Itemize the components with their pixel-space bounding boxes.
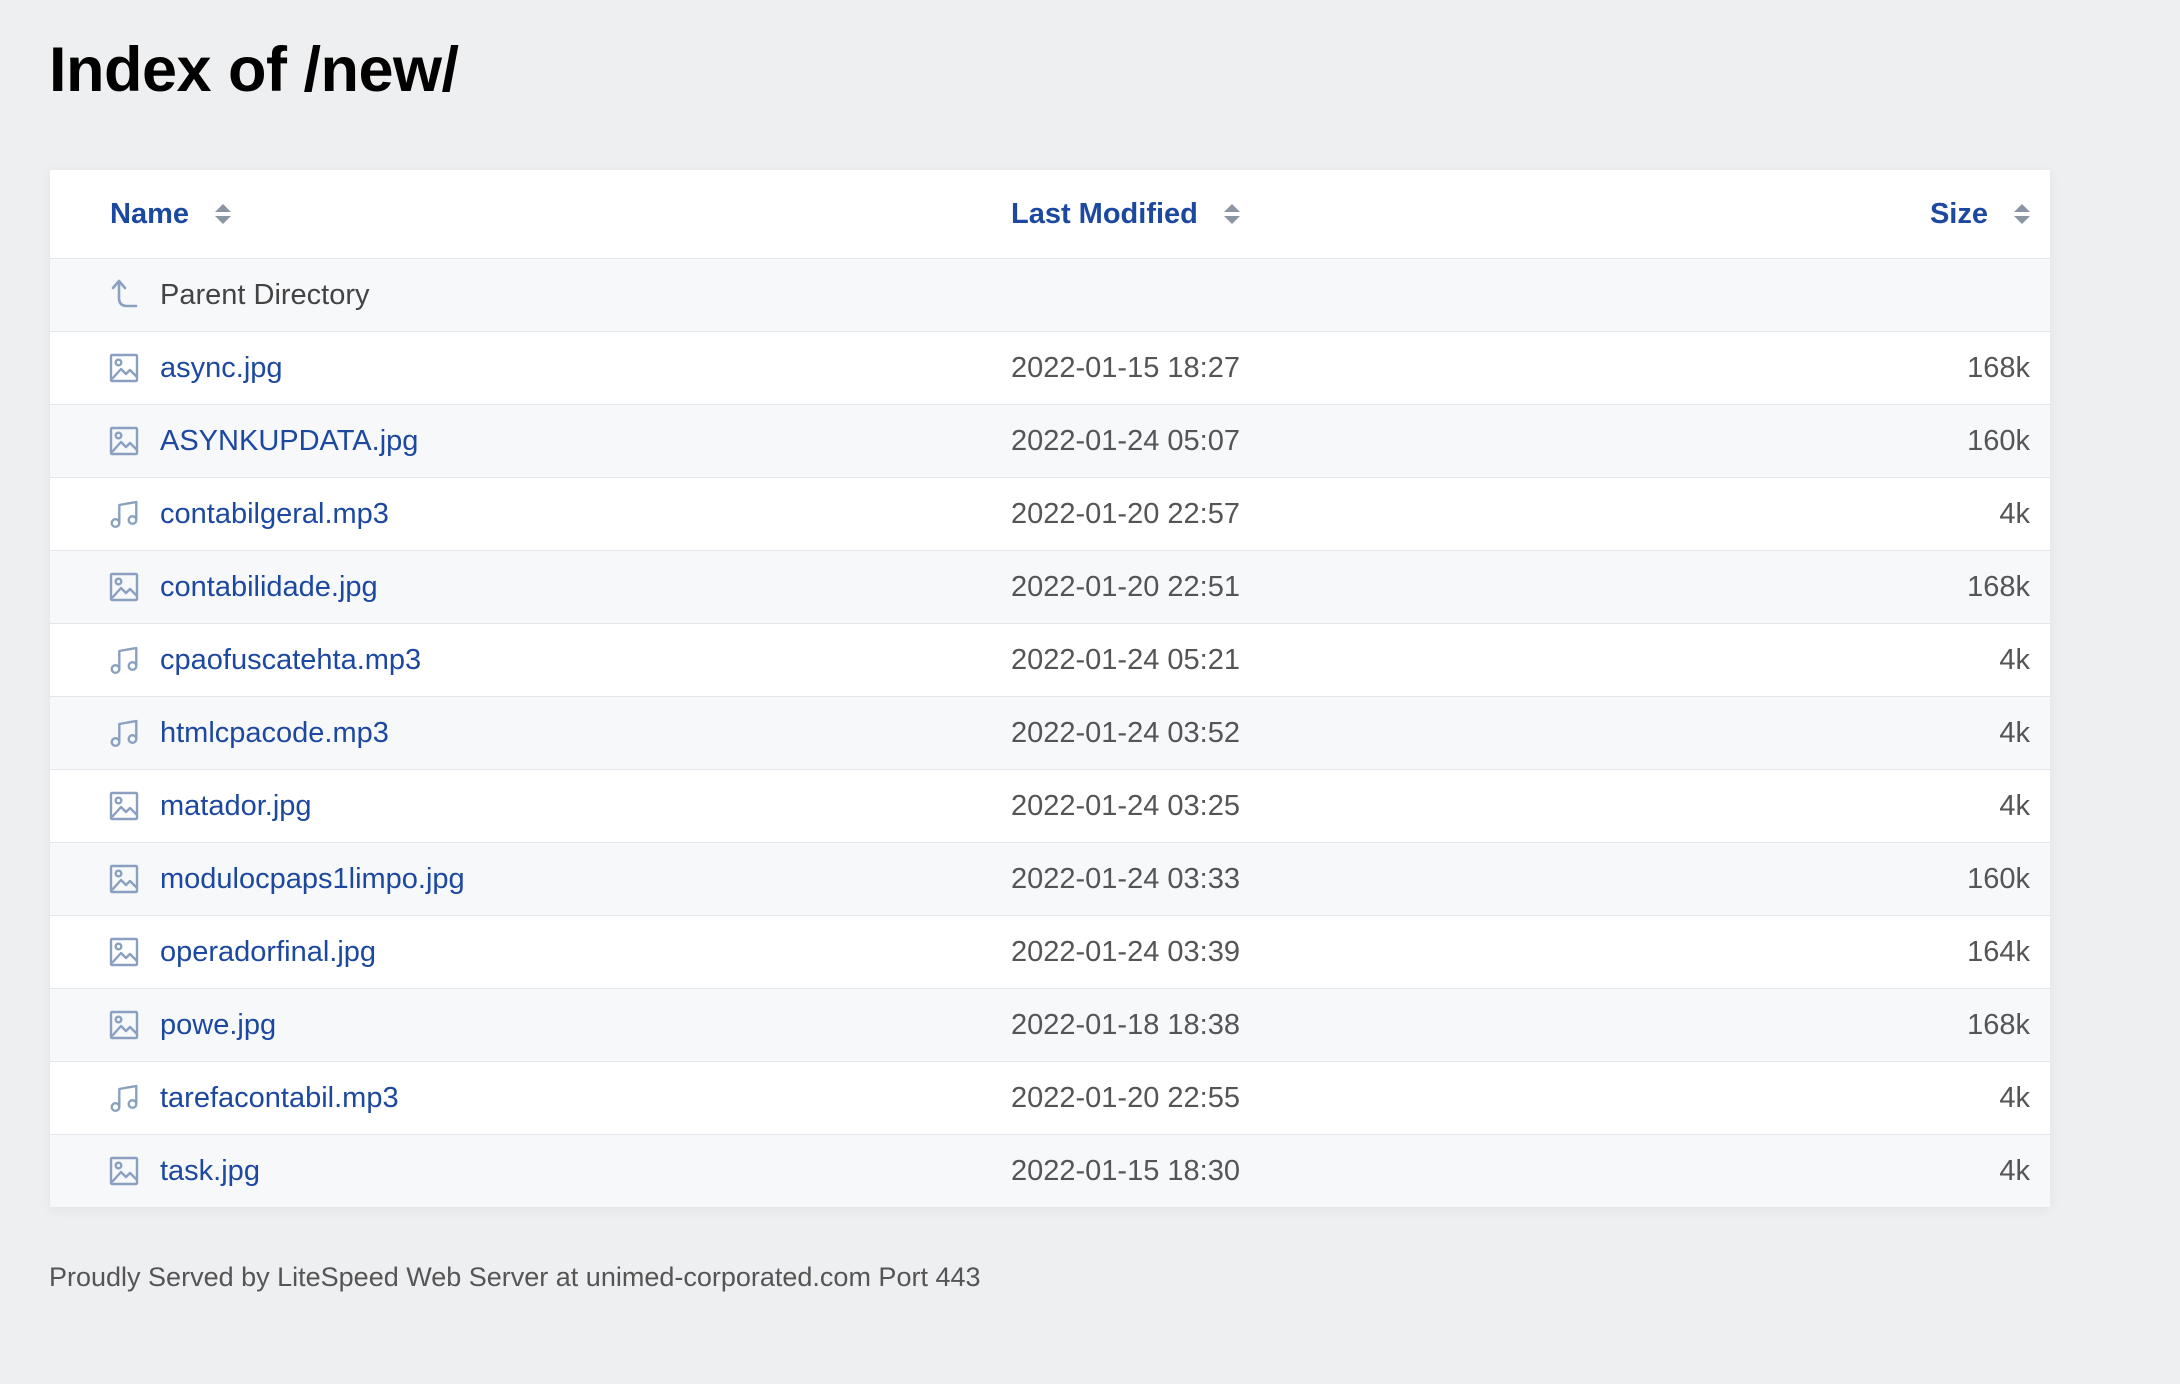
table-row: htmlcpacode.mp3 2022-01-24 03:52 4k: [50, 697, 2050, 770]
server-footer: Proudly Served by LiteSpeed Web Server a…: [49, 1262, 981, 1292]
last-modified-cell: 2022-01-24 05:07: [1011, 424, 1240, 457]
sort-by-size-header[interactable]: Size: [1930, 170, 2030, 258]
table-row: cpaofuscatehta.mp3 2022-01-24 05:21 4k: [50, 624, 2050, 697]
page-title: Index of /new/: [49, 35, 459, 105]
table-row: modulocpaps1limpo.jpg 2022-01-24 03:33 160…: [50, 843, 2050, 916]
parent-directory-link[interactable]: Parent Directory: [160, 259, 370, 331]
name-header-label: Name: [110, 197, 189, 230]
file-link[interactable]: contabilgeral.mp3: [160, 478, 389, 550]
size-header-label: Size: [1929, 197, 1988, 230]
last-modified-cell: 2022-01-24 05:21: [1011, 643, 1240, 676]
file-size-cell: 4k: [1999, 643, 2030, 676]
last-modified-cell: 2022-01-24 03:39: [1011, 935, 1240, 968]
table-header: Name Last Modified Size: [50, 170, 2050, 259]
file-size-cell: 4k: [1999, 716, 2030, 749]
last-modified-cell: 2022-01-15 18:30: [1011, 1154, 1240, 1187]
file-size-cell: 160k: [1967, 424, 2030, 457]
modified-header-label: Last Modified: [1011, 197, 1198, 230]
sort-by-name-header[interactable]: Name: [110, 170, 231, 258]
file-link[interactable]: async.jpg: [160, 332, 283, 404]
table-row: tarefacontabil.mp3 2022-01-20 22:55 4k: [50, 1062, 2050, 1135]
directory-listing-table: Name Last Modified Size Parent Directory…: [50, 170, 2050, 1207]
file-size-cell: 168k: [1967, 1008, 2030, 1041]
file-size-cell: 164k: [1967, 935, 2030, 968]
last-modified-cell: 2022-01-20 22:55: [1011, 1081, 1240, 1114]
music-icon: [107, 624, 141, 696]
sort-arrows-icon: [1223, 204, 1240, 224]
image-icon: [107, 551, 141, 623]
last-modified-cell: 2022-01-15 18:27: [1011, 351, 1240, 384]
last-modified-cell: 2022-01-24 03:33: [1011, 862, 1240, 895]
file-size-cell: 160k: [1967, 862, 2030, 895]
table-row: matador.jpg 2022-01-24 03:25 4k: [50, 770, 2050, 843]
sort-by-modified-header[interactable]: Last Modified: [1011, 170, 1240, 258]
table-row: contabilgeral.mp3 2022-01-20 22:57 4k: [50, 478, 2050, 551]
sort-arrows-icon: [2014, 204, 2030, 224]
file-size-cell: 4k: [1999, 1154, 2030, 1187]
file-link[interactable]: ASYNKUPDATA.jpg: [160, 405, 418, 477]
parent-directory-icon: [107, 259, 141, 331]
file-size-cell: 168k: [1967, 351, 2030, 384]
file-link[interactable]: matador.jpg: [160, 770, 312, 842]
file-link[interactable]: cpaofuscatehta.mp3: [160, 624, 421, 696]
last-modified-cell: 2022-01-18 18:38: [1011, 1008, 1240, 1041]
image-icon: [107, 843, 141, 915]
file-link[interactable]: tarefacontabil.mp3: [160, 1062, 399, 1134]
table-row: task.jpg 2022-01-15 18:30 4k: [50, 1135, 2050, 1207]
file-size-cell: 4k: [1999, 1081, 2030, 1114]
last-modified-cell: 2022-01-20 22:57: [1011, 497, 1240, 530]
file-link[interactable]: htmlcpacode.mp3: [160, 697, 389, 769]
file-link[interactable]: task.jpg: [160, 1135, 260, 1207]
music-icon: [107, 478, 141, 550]
file-link[interactable]: operadorfinal.jpg: [160, 916, 376, 988]
table-row: powe.jpg 2022-01-18 18:38 168k: [50, 989, 2050, 1062]
file-link[interactable]: powe.jpg: [160, 989, 276, 1061]
sort-arrows-icon: [215, 204, 231, 224]
table-row: ASYNKUPDATA.jpg 2022-01-24 05:07 160k: [50, 405, 2050, 478]
music-icon: [107, 1062, 141, 1134]
image-icon: [107, 332, 141, 404]
last-modified-cell: 2022-01-24 03:25: [1011, 789, 1240, 822]
image-icon: [107, 1135, 141, 1207]
parent-directory-row[interactable]: Parent Directory: [50, 259, 2050, 332]
last-modified-cell: 2022-01-24 03:52: [1011, 716, 1240, 749]
file-link[interactable]: modulocpaps1limpo.jpg: [160, 843, 465, 915]
image-icon: [107, 770, 141, 842]
image-icon: [107, 989, 141, 1061]
file-size-cell: 4k: [1999, 497, 2030, 530]
table-row: async.jpg 2022-01-15 18:27 168k: [50, 332, 2050, 405]
image-icon: [107, 405, 141, 477]
table-row: operadorfinal.jpg 2022-01-24 03:39 164k: [50, 916, 2050, 989]
image-icon: [107, 916, 141, 988]
last-modified-cell: 2022-01-20 22:51: [1011, 570, 1240, 603]
music-icon: [107, 697, 141, 769]
file-link[interactable]: contabilidade.jpg: [160, 551, 378, 623]
file-size-cell: 168k: [1967, 570, 2030, 603]
file-size-cell: 4k: [1999, 789, 2030, 822]
table-row: contabilidade.jpg 2022-01-20 22:51 168k: [50, 551, 2050, 624]
